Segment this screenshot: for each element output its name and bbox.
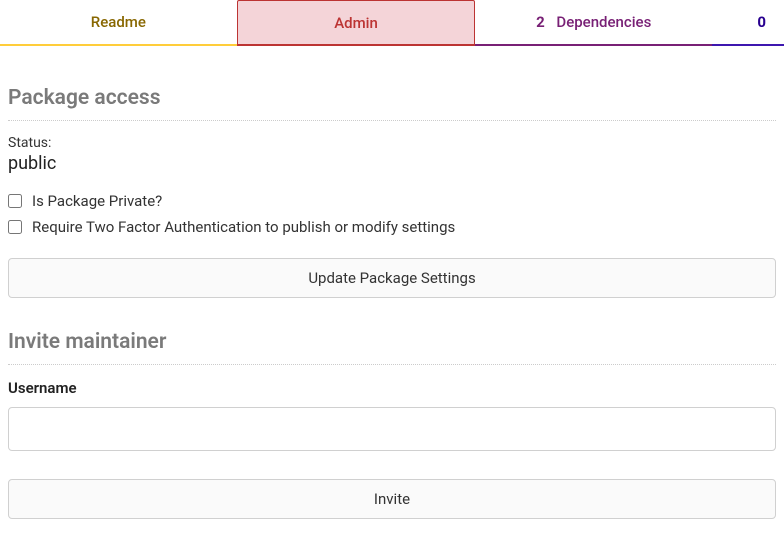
dependencies-label: Dependencies bbox=[556, 13, 651, 31]
username-label: Username bbox=[8, 379, 776, 397]
admin-content: Package access Status: public Is Package… bbox=[0, 46, 784, 519]
divider bbox=[8, 120, 776, 121]
package-access-heading: Package access bbox=[8, 86, 776, 110]
tab-readme-label: Readme bbox=[91, 13, 146, 31]
tab-readme[interactable]: Readme bbox=[0, 0, 237, 46]
twofa-checkbox-label: Require Two Factor Authentication to pub… bbox=[32, 218, 455, 236]
invite-heading: Invite maintainer bbox=[8, 330, 776, 354]
tab-admin[interactable]: Admin bbox=[237, 0, 476, 46]
private-checkbox-row[interactable]: Is Package Private? bbox=[8, 192, 776, 210]
divider bbox=[8, 364, 776, 365]
update-settings-button[interactable]: Update Package Settings bbox=[8, 258, 776, 298]
dependencies-count: 2 bbox=[536, 13, 545, 31]
private-checkbox[interactable] bbox=[8, 194, 22, 208]
twofa-checkbox-row[interactable]: Require Two Factor Authentication to pub… bbox=[8, 218, 776, 236]
twofa-checkbox[interactable] bbox=[8, 220, 22, 234]
private-checkbox-label: Is Package Private? bbox=[32, 192, 162, 210]
tab-bar: Readme Admin 2 Dependencies 0 bbox=[0, 0, 784, 46]
username-input[interactable] bbox=[8, 407, 776, 451]
status-value: public bbox=[8, 153, 776, 174]
invite-button[interactable]: Invite bbox=[8, 479, 776, 519]
tab-dependencies[interactable]: 2 Dependencies bbox=[475, 0, 712, 46]
tab-admin-label: Admin bbox=[334, 14, 378, 32]
tab-extra[interactable]: 0 bbox=[712, 0, 784, 46]
status-label: Status: bbox=[8, 135, 776, 151]
extra-count: 0 bbox=[757, 13, 766, 31]
